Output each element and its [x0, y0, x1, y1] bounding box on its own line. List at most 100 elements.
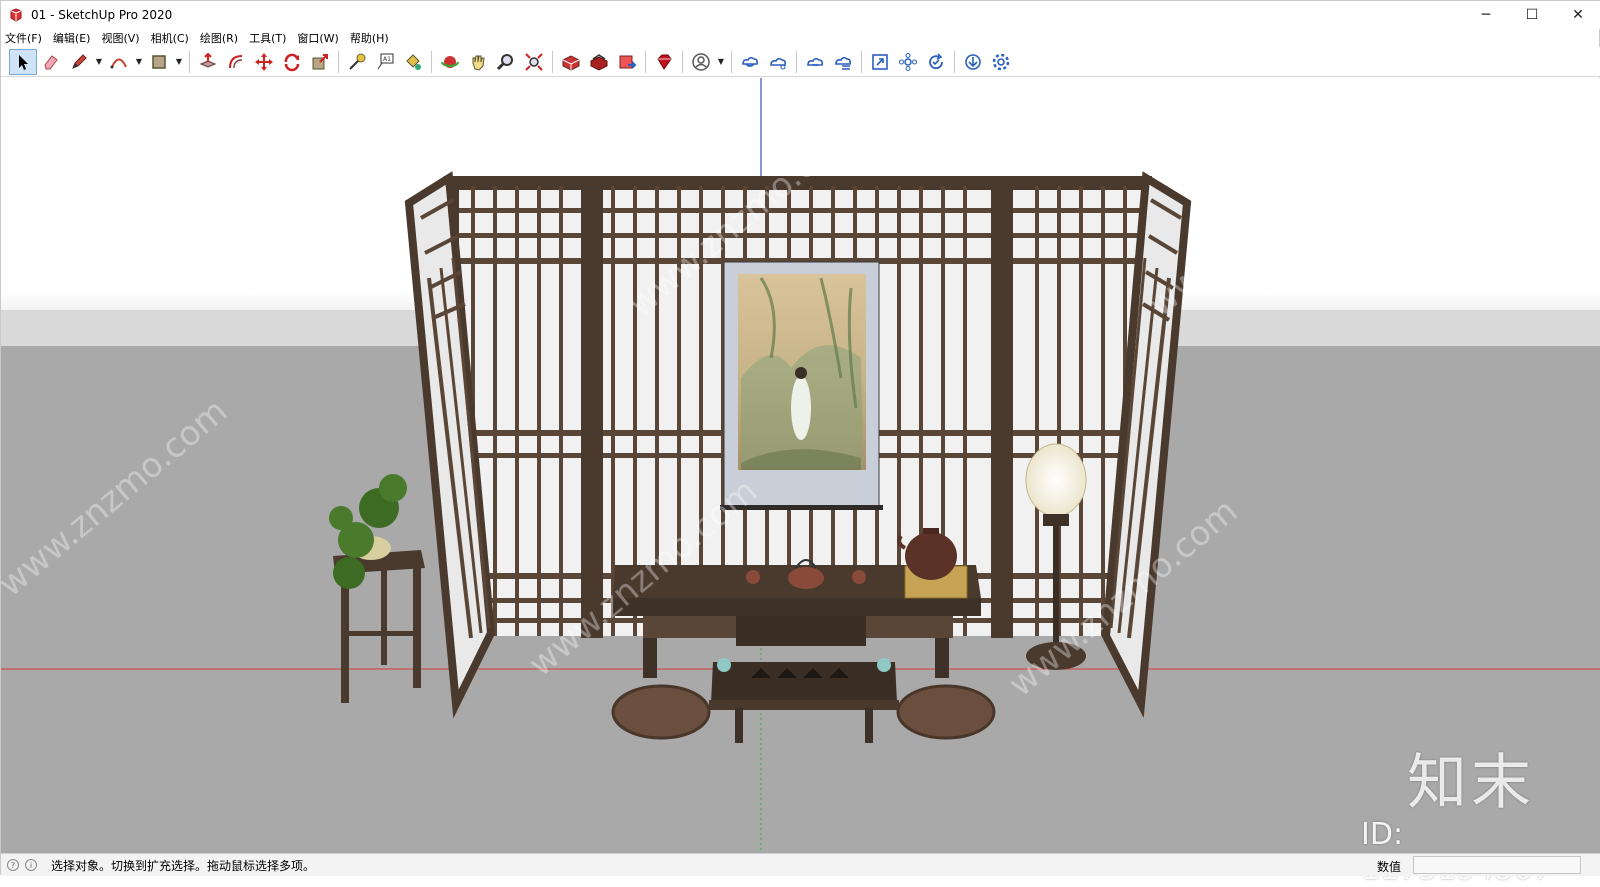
hanging-scroll-painting	[720, 261, 883, 510]
pan-hand-icon	[472, 55, 485, 71]
push-pull-icon	[199, 52, 217, 68]
warehouse-tool[interactable]	[557, 49, 585, 75]
screen-post-left	[581, 178, 603, 638]
profile-dropdown-icon[interactable]: ▼	[715, 49, 727, 75]
settings-tool[interactable]	[987, 49, 1015, 75]
orbit-icon	[441, 55, 459, 68]
zoom-extents-icon	[525, 52, 543, 71]
floor-cushion-left	[611, 684, 711, 740]
cloud-link-icon	[742, 56, 758, 67]
tape-measure-tool[interactable]	[343, 49, 371, 75]
minimize-button[interactable]: ─	[1463, 1, 1509, 29]
cloud-upload-icon	[807, 57, 823, 66]
select-tool[interactable]	[9, 48, 37, 75]
toolbar-separator	[189, 50, 190, 73]
zoom-extents-tool[interactable]	[520, 49, 548, 75]
title-bar: 01 - SketchUp Pro 2020 ─ ☐ ✕	[1, 1, 1600, 29]
model-viewport[interactable]: www.znzmo.com www.znzmo.com www.znzmo.co…	[1, 78, 1600, 853]
menu-edit[interactable]: 编辑(E)	[53, 30, 91, 46]
pencil-dropdown-icon[interactable]: ▼	[93, 49, 105, 75]
toolbar-separator	[552, 50, 553, 73]
zoom-tool[interactable]	[492, 49, 520, 75]
push-pull-tool[interactable]	[194, 49, 222, 75]
arc-dropdown-icon[interactable]: ▼	[133, 49, 145, 75]
offset-tool[interactable]	[222, 49, 250, 75]
toolbar-separator	[431, 50, 432, 73]
scale-tool[interactable]	[306, 49, 334, 75]
instructor-info-icon[interactable]: i	[25, 859, 37, 871]
paint-bucket-icon	[406, 53, 421, 70]
sketchup-app-icon	[10, 8, 22, 22]
offset-icon	[229, 54, 243, 68]
rectangle-dropdown-icon[interactable]: ▼	[173, 49, 185, 75]
menu-help[interactable]: 帮助(H)	[350, 30, 389, 46]
select-arrow-icon	[19, 54, 28, 70]
gear-icon	[992, 53, 1010, 70]
eraser-tool[interactable]	[37, 49, 65, 75]
watermark-id: ID: 1175194507	[1361, 817, 1552, 887]
toolbar-separator	[796, 50, 797, 73]
toolbar-separator	[338, 50, 339, 73]
components-tool[interactable]	[894, 49, 922, 75]
rotate-tool[interactable]	[278, 49, 306, 75]
rectangle-icon	[152, 54, 166, 69]
tea-cup	[746, 570, 760, 584]
pan-tool[interactable]	[464, 49, 492, 75]
refresh-check-icon	[929, 52, 943, 69]
measurements-input[interactable]	[1413, 856, 1581, 874]
status-message: 选择对象。切换到扩充选择。拖动鼠标选择多项。	[51, 858, 316, 873]
cloud-sync-tool[interactable]	[736, 49, 764, 75]
window-title: 01 - SketchUp Pro 2020	[31, 8, 173, 22]
move-icon	[255, 52, 273, 71]
cloud-download-tool[interactable]	[829, 49, 857, 75]
pencil-tool[interactable]	[65, 49, 93, 75]
scene-canvas: www.znzmo.com www.znzmo.com www.znzmo.co…	[1, 78, 1600, 853]
download-tool[interactable]	[959, 49, 987, 75]
menu-camera[interactable]: 相机(C)	[151, 30, 189, 46]
arc-tool[interactable]	[105, 49, 133, 75]
geolocation-status-icon[interactable]: ?	[7, 859, 19, 871]
cloud-upload-tool[interactable]	[801, 49, 829, 75]
screen-post-right	[991, 178, 1013, 638]
svg-text:A1: A1	[383, 56, 391, 63]
ruby-console-tool[interactable]	[650, 49, 678, 75]
text-label-icon: A1	[377, 53, 394, 69]
toolbar-separator	[954, 50, 955, 73]
menu-tools[interactable]: 工具(T)	[249, 30, 286, 46]
close-button[interactable]: ✕	[1555, 1, 1600, 29]
orbit-tool[interactable]	[436, 49, 464, 75]
measurements-label: 数值	[1377, 860, 1402, 874]
send-to-layout-icon	[619, 55, 637, 69]
toolbar-separator	[731, 50, 732, 73]
arc-icon	[110, 58, 127, 68]
tape-measure-icon	[349, 53, 366, 70]
cloud-share-tool[interactable]	[764, 49, 792, 75]
user-profile-icon	[692, 52, 710, 71]
rotate-icon	[284, 53, 300, 71]
tea-cup	[852, 570, 866, 584]
paint-bucket-tool[interactable]	[399, 49, 427, 75]
toolbar-separator	[645, 50, 646, 73]
cloud-share-icon	[770, 57, 786, 69]
toolbar-separator	[682, 50, 683, 73]
menu-file[interactable]: 文件(F)	[5, 30, 42, 46]
extension-warehouse-tool[interactable]	[585, 49, 613, 75]
send-to-layout-tool[interactable]	[613, 49, 641, 75]
refresh-tool[interactable]	[922, 49, 950, 75]
menu-view[interactable]: 视图(V)	[101, 30, 139, 46]
eraser-icon	[44, 54, 58, 69]
toolbar-separator	[861, 50, 862, 73]
rectangle-tool[interactable]	[145, 49, 173, 75]
components-cluster-icon	[899, 52, 917, 71]
fit-view-tool[interactable]	[866, 49, 894, 75]
floor-cushion-right	[896, 684, 996, 740]
maximize-button[interactable]: ☐	[1509, 1, 1555, 29]
menu-window[interactable]: 窗口(W)	[297, 30, 338, 46]
menu-draw[interactable]: 绘图(R)	[200, 30, 238, 46]
3d-warehouse-icon	[562, 54, 580, 71]
extension-warehouse-icon	[590, 53, 608, 71]
text-tool[interactable]: A1	[371, 49, 399, 75]
scale-icon	[312, 53, 328, 69]
profile-tool[interactable]	[687, 49, 715, 75]
move-tool[interactable]	[250, 49, 278, 75]
